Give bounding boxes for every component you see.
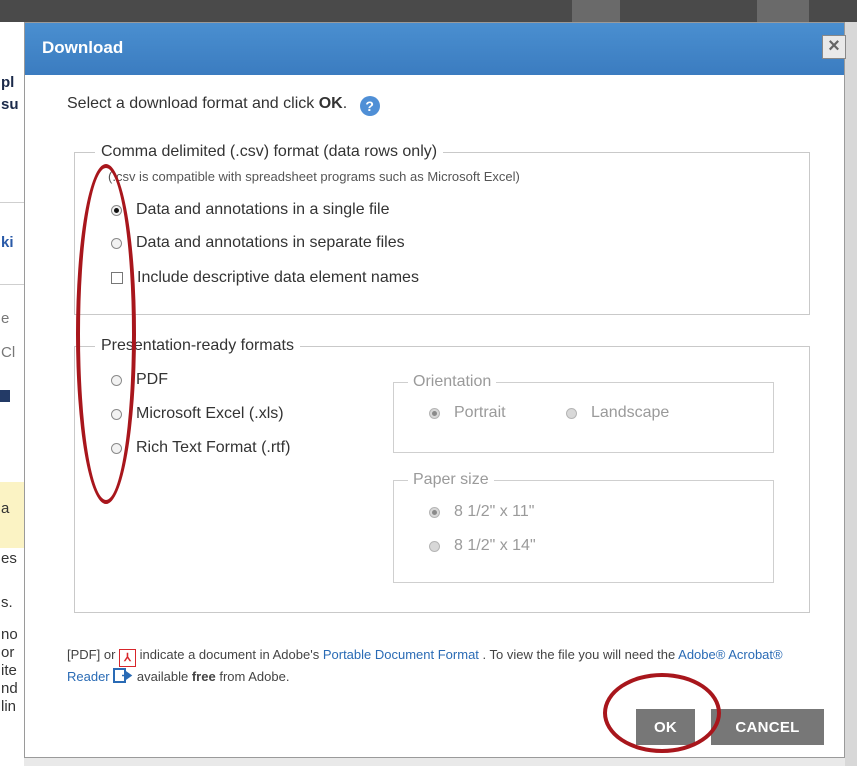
download-dialog: Download × Select a download format and … (24, 22, 846, 758)
option-separate-files[interactable]: Data and annotations in separate files (111, 234, 405, 252)
background-text: lin (1, 698, 17, 715)
background-text: su (1, 96, 19, 113)
option-single-file[interactable]: Data and annotations in a single file (111, 201, 390, 219)
background-toolbar-block (572, 0, 620, 22)
footer-text-4: from Adobe. (219, 669, 290, 684)
option-element-names-label: Include descriptive data element names (137, 269, 419, 286)
radio-pdf[interactable] (111, 374, 122, 386)
background-text: es (1, 550, 17, 567)
background-text: e (1, 310, 10, 327)
background-bar (0, 390, 10, 402)
cancel-button[interactable]: CANCEL (711, 709, 824, 745)
pdf-icon: ⅄ (119, 649, 137, 667)
option-paper-legal[interactable]: 8 1/2" x 14" (429, 537, 536, 555)
option-paper-letter-label: 8 1/2" x 11" (454, 503, 535, 520)
option-rtf[interactable]: Rich Text Format (.rtf) (111, 439, 290, 457)
option-excel[interactable]: Microsoft Excel (.xls) (111, 405, 284, 423)
radio-paper-legal[interactable] (429, 540, 440, 552)
background-page: pl su ki e Cl a es s. no or ite nd lin (0, 22, 24, 766)
radio-portrait[interactable] (429, 407, 440, 419)
background-link[interactable]: ki (1, 234, 14, 252)
radio-rtf[interactable] (111, 442, 122, 454)
background-text: pl (1, 74, 15, 91)
background-text: Cl (1, 344, 16, 361)
presentation-group-legend: Presentation-ready formats (101, 337, 294, 354)
background-toolbar-block (757, 0, 809, 22)
option-pdf-label: PDF (136, 371, 168, 388)
intro-text: Select a download format and click OK. ? (67, 95, 380, 116)
radio-separate-files[interactable] (111, 237, 122, 249)
option-single-file-label: Data and annotations in a single file (136, 201, 390, 218)
background-scroll-area (845, 22, 857, 766)
dialog-titlebar: Download × (25, 23, 846, 75)
background-divider (0, 202, 24, 203)
close-icon[interactable]: × (822, 35, 846, 59)
footer-text-3: available (136, 669, 189, 684)
option-landscape[interactable]: Landscape (566, 404, 669, 422)
background-toolbar (0, 0, 857, 22)
option-portrait[interactable]: Portrait (429, 404, 506, 422)
intro-text-main: Select a download format and click (67, 95, 315, 112)
external-link-icon[interactable] (113, 668, 133, 683)
orientation-legend: Orientation (413, 373, 492, 390)
csv-group-legend: Comma delimited (.csv) format (data rows… (101, 143, 438, 160)
footer-pdf-prefix: [PDF] or (67, 647, 116, 662)
footer-note: [PDF] or ⅄ indicate a document in Adobe'… (67, 645, 807, 687)
option-pdf[interactable]: PDF (111, 371, 168, 389)
background-text: a (1, 500, 10, 517)
option-paper-letter[interactable]: 8 1/2" x 11" (429, 503, 534, 521)
option-portrait-label: Portrait (454, 404, 506, 421)
option-excel-label: Microsoft Excel (.xls) (136, 405, 284, 422)
background-divider (0, 284, 24, 285)
footer-text-1: indicate a document in Adobe's (139, 647, 320, 662)
ok-button[interactable]: OK (636, 709, 695, 745)
intro-ok-bold: OK (318, 95, 343, 112)
footer-free: free (191, 669, 216, 684)
radio-paper-letter[interactable] (429, 506, 440, 518)
option-rtf-label: Rich Text Format (.rtf) (136, 439, 291, 456)
option-element-names[interactable]: Include descriptive data element names (111, 269, 419, 287)
option-separate-files-label: Data and annotations in separate files (136, 234, 405, 251)
paper-size-legend: Paper size (413, 471, 489, 488)
footer-text-2: . To view the file you will need the (482, 647, 676, 662)
dialog-title: Download (42, 38, 124, 57)
background-text: ite (1, 662, 17, 679)
pdf-format-link[interactable]: Portable Document Format (323, 647, 479, 662)
csv-note: (.csv is compatible with spreadsheet pro… (108, 169, 520, 184)
radio-single-file[interactable] (111, 204, 122, 216)
intro-period: . (342, 95, 348, 112)
background-text: no (1, 626, 18, 643)
background-text: or (1, 644, 15, 661)
option-paper-legal-label: 8 1/2" x 14" (454, 537, 536, 554)
background-text: s. (1, 594, 13, 611)
background-text: nd (1, 680, 18, 697)
radio-excel[interactable] (111, 408, 122, 420)
radio-landscape[interactable] (566, 407, 577, 419)
option-landscape-label: Landscape (591, 404, 670, 421)
paper-size-group: Paper size (393, 471, 774, 583)
checkbox-element-names[interactable] (111, 272, 123, 284)
help-icon[interactable]: ? (359, 96, 380, 116)
